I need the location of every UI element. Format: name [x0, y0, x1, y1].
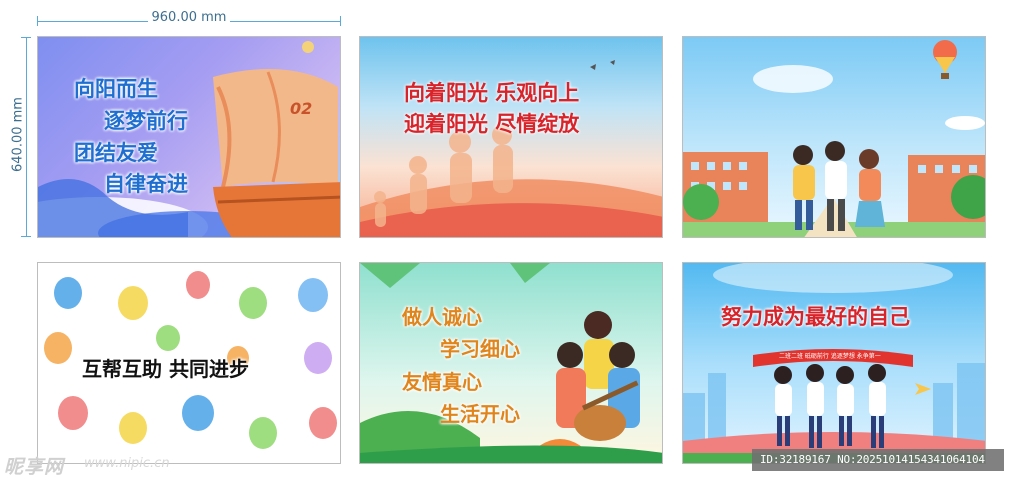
- slogan-line-3: 团结友爱: [74, 141, 158, 165]
- slogan-line-4: 生活开心: [440, 402, 520, 426]
- slogan-line-2: 逐梦前行: [104, 109, 188, 133]
- slogan-line-1: 向阳而生: [74, 77, 158, 101]
- poster-panel-1: 02 向阳而生 逐梦前行 团结友爱 自律奋进: [37, 36, 341, 238]
- width-dimension: 960.00 mm: [37, 10, 341, 26]
- slogan-line-3: 友情真心: [402, 370, 482, 394]
- students-guitar-illustration: [360, 263, 662, 463]
- height-dimension-label: 640.00 mm: [10, 93, 26, 176]
- sail-number: 02: [290, 99, 313, 118]
- slogan-line-2: 迎着阳光 尽情绽放: [404, 112, 580, 136]
- watermark-id: ID:32189167 NO:20251014154341064104: [760, 453, 985, 466]
- width-dimension-label: 960.00 mm: [147, 10, 231, 25]
- slogan-line-1: 做人诚心: [402, 305, 482, 329]
- poster-panel-6: 二班二班 砥砺前行 追逐梦想 永争第一 努力成为最好的自己: [682, 262, 986, 464]
- banner-text: 二班二班 砥砺前行 追逐梦想 永争第一: [779, 353, 881, 360]
- height-dimension: 640.00 mm: [8, 37, 32, 237]
- slogan-line-1: 互帮互助 共同进步: [82, 357, 249, 381]
- slogan-line-4: 自律奋进: [104, 172, 188, 196]
- slogan-line-2: 学习细心: [440, 337, 520, 361]
- hot-air-balloon-icon: [933, 40, 957, 79]
- slogan-line-1: 向着阳光 乐观向上: [404, 81, 580, 105]
- poster-panel-5: 做人诚心 学习细心 友情真心 生活开心: [359, 262, 663, 464]
- graduates-banner-illustration: [683, 263, 985, 463]
- campus-students-illustration: [683, 40, 985, 237]
- poster-panel-4: 互帮互助 共同进步: [37, 262, 341, 464]
- watermark-url: www.nipic.cn: [84, 456, 170, 471]
- slogan-line-1: 努力成为最好的自己: [721, 305, 910, 329]
- watermark-logo: 昵享网: [4, 456, 65, 478]
- poster-panel-3: [682, 36, 986, 238]
- poster-panel-2: 向着阳光 乐观向上 迎着阳光 尽情绽放: [359, 36, 663, 238]
